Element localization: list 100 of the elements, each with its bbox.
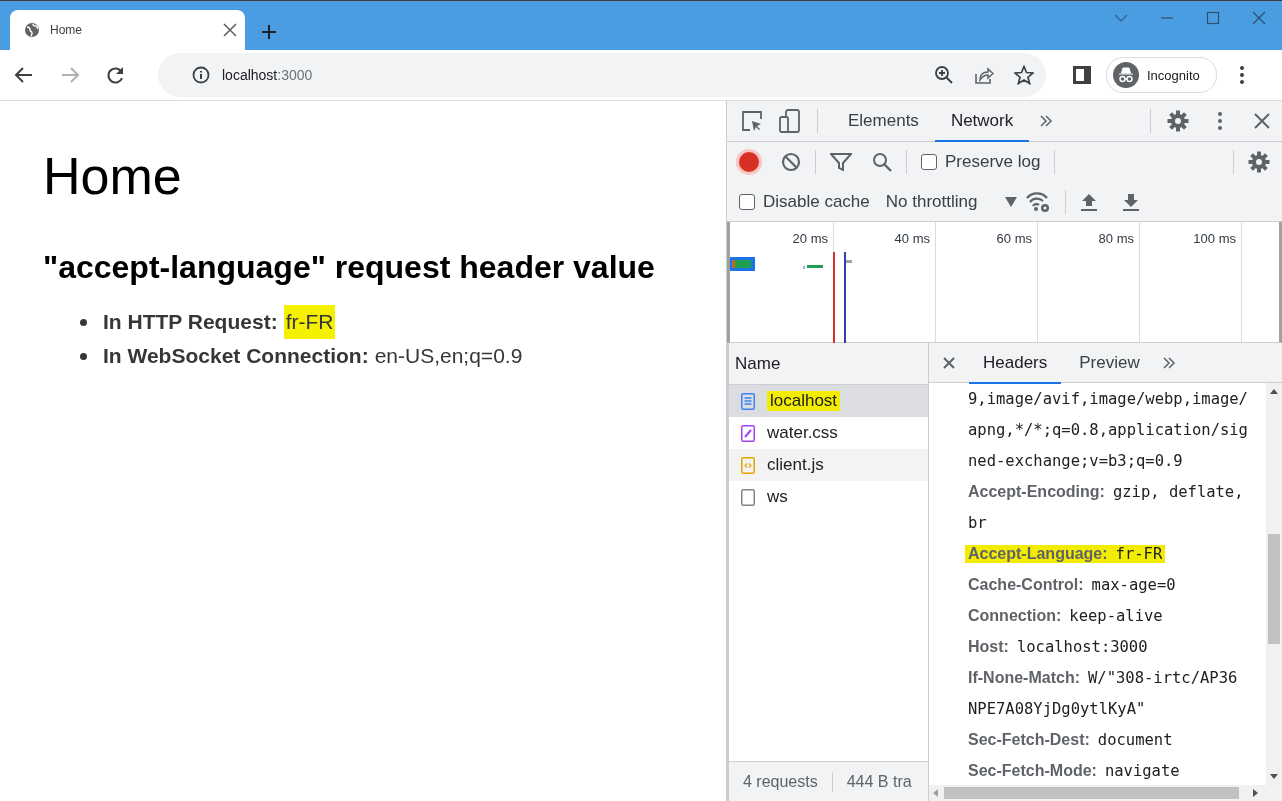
list-label: In WebSocket Connection: xyxy=(103,343,369,369)
column-header[interactable]: Name xyxy=(729,343,928,385)
network-settings-icon[interactable] xyxy=(1248,151,1270,173)
list-value: en-US,en;q=0.9 xyxy=(374,343,523,369)
settings-icon[interactable] xyxy=(1167,110,1189,132)
request-row[interactable]: localhost xyxy=(729,385,928,417)
plus-icon[interactable] xyxy=(261,24,277,40)
timeline-tick: 60 ms xyxy=(996,231,1032,246)
timeline-tick: 80 ms xyxy=(1098,231,1134,246)
header-name: If-None-Match: xyxy=(968,668,1080,687)
tab-title: Home xyxy=(50,23,83,37)
script-icon xyxy=(741,456,755,474)
device-icon[interactable] xyxy=(779,109,801,133)
devtools-tab[interactable]: Elements xyxy=(832,102,935,142)
reload-icon[interactable] xyxy=(106,65,126,85)
stylesheet-icon xyxy=(741,424,755,442)
close-icon[interactable] xyxy=(943,356,955,369)
page-heading: Home xyxy=(43,146,182,207)
checkbox-label[interactable]: Disable cache xyxy=(763,191,870,212)
star-icon[interactable] xyxy=(1014,65,1034,85)
record-button[interactable] xyxy=(739,152,759,172)
request-name: ws xyxy=(767,487,788,507)
browser-tab[interactable]: Home xyxy=(10,10,245,50)
header-value: fr-FR xyxy=(1115,544,1163,563)
dropdown-caret-icon xyxy=(1005,196,1018,207)
back-icon[interactable] xyxy=(14,65,34,85)
bullet-icon xyxy=(80,318,87,326)
header-value: navigate xyxy=(1104,761,1180,780)
header-value: keep-alive xyxy=(1069,606,1163,625)
scroll-right-icon[interactable] xyxy=(1253,789,1258,797)
globe-icon xyxy=(24,22,40,38)
header-name: Sec-Fetch-Dest: xyxy=(968,730,1090,749)
scroll-up-icon[interactable] xyxy=(1270,389,1278,394)
clear-icon[interactable] xyxy=(781,152,801,172)
request-row[interactable]: client.js xyxy=(729,449,928,481)
close-icon[interactable] xyxy=(223,23,237,37)
section-heading: "accept-language" request header value xyxy=(43,248,655,287)
header-value: gzip, deflate, xyxy=(1112,482,1244,501)
detail-tab[interactable]: Headers xyxy=(969,343,1062,384)
scroll-down-icon[interactable] xyxy=(1270,774,1278,779)
header-value: apng,*/*;q=0.8,application/sig xyxy=(968,420,1248,439)
header-value: W/"308-irtc/AP36 xyxy=(1088,668,1238,687)
share-icon[interactable] xyxy=(974,65,994,85)
more-options-icon[interactable] xyxy=(1217,111,1223,131)
checkbox[interactable] xyxy=(921,154,937,170)
inspect-icon[interactable] xyxy=(741,110,763,132)
close-icon[interactable] xyxy=(1252,11,1266,25)
timeline-tick: 100 ms xyxy=(1193,231,1236,246)
more-tabs-icon[interactable] xyxy=(1161,355,1176,370)
address-bar[interactable]: localhost:3000 xyxy=(158,53,1046,97)
document-icon xyxy=(741,392,755,410)
header-name: Sec-Fetch-Mode: xyxy=(968,761,1097,780)
horizontal-scrollbar[interactable] xyxy=(929,785,1282,801)
request-name: client.js xyxy=(767,455,824,475)
bullet-icon xyxy=(80,352,87,360)
header-value: ned-exchange;v=b3;q=0.9 xyxy=(968,451,1183,470)
header-name: Host: xyxy=(968,637,1009,656)
header-value: max-age=0 xyxy=(1091,575,1176,594)
request-row[interactable]: water.css xyxy=(729,417,928,449)
upload-icon[interactable] xyxy=(1080,191,1099,212)
zoom-in-icon[interactable] xyxy=(934,65,954,85)
checkbox[interactable] xyxy=(739,193,755,210)
header-value: 9,image/avif,image/webp,image/ xyxy=(968,389,1248,408)
status-text: 4 requests xyxy=(743,772,818,791)
timeline-tick: 40 ms xyxy=(894,231,930,246)
vertical-scrollbar[interactable] xyxy=(1266,383,1282,785)
throttling-select[interactable]: No throttling xyxy=(885,191,1026,212)
profile-button[interactable]: Incognito xyxy=(1106,57,1217,93)
maximize-icon[interactable] xyxy=(1206,11,1220,25)
close-icon[interactable] xyxy=(1254,113,1270,129)
side-panel-icon[interactable] xyxy=(1072,65,1092,85)
file-icon xyxy=(741,488,755,506)
download-icon[interactable] xyxy=(1122,191,1141,212)
header-value: NPE7A08YjDg0ytlKyA" xyxy=(968,699,1146,718)
list-value: fr-FR xyxy=(283,305,336,339)
header-name: Cache-Control: xyxy=(968,575,1084,594)
header-value: localhost:3000 xyxy=(1016,637,1148,656)
scrollbar-thumb[interactable] xyxy=(1268,534,1280,644)
request-name: localhost xyxy=(767,391,841,411)
detail-tab[interactable]: Preview xyxy=(1065,343,1154,384)
search-icon[interactable] xyxy=(872,152,892,172)
timeline-tick: 20 ms xyxy=(792,231,828,246)
header-value: br xyxy=(968,513,987,532)
list-label: In HTTP Request: xyxy=(103,309,278,335)
header-name: Accept-Encoding: xyxy=(968,482,1105,501)
wifi-settings-icon[interactable] xyxy=(1025,190,1052,213)
scrollbar-thumb[interactable] xyxy=(944,787,1239,799)
filter-icon[interactable] xyxy=(830,152,852,172)
devtools-tab[interactable]: Network xyxy=(934,102,1030,142)
status-text: 444 B tra xyxy=(846,772,912,791)
checkbox-label[interactable]: Preserve log xyxy=(945,152,1041,172)
header-name: Connection: xyxy=(968,606,1062,625)
header-value: document xyxy=(1097,730,1173,749)
incognito-icon xyxy=(1113,62,1139,88)
info-icon[interactable] xyxy=(192,66,210,84)
more-tabs-icon[interactable] xyxy=(1039,114,1054,128)
request-name: water.css xyxy=(767,423,838,443)
address-text: localhost:3000 xyxy=(222,67,314,83)
request-row[interactable]: ws xyxy=(729,481,928,513)
menu-icon[interactable] xyxy=(1238,65,1245,85)
